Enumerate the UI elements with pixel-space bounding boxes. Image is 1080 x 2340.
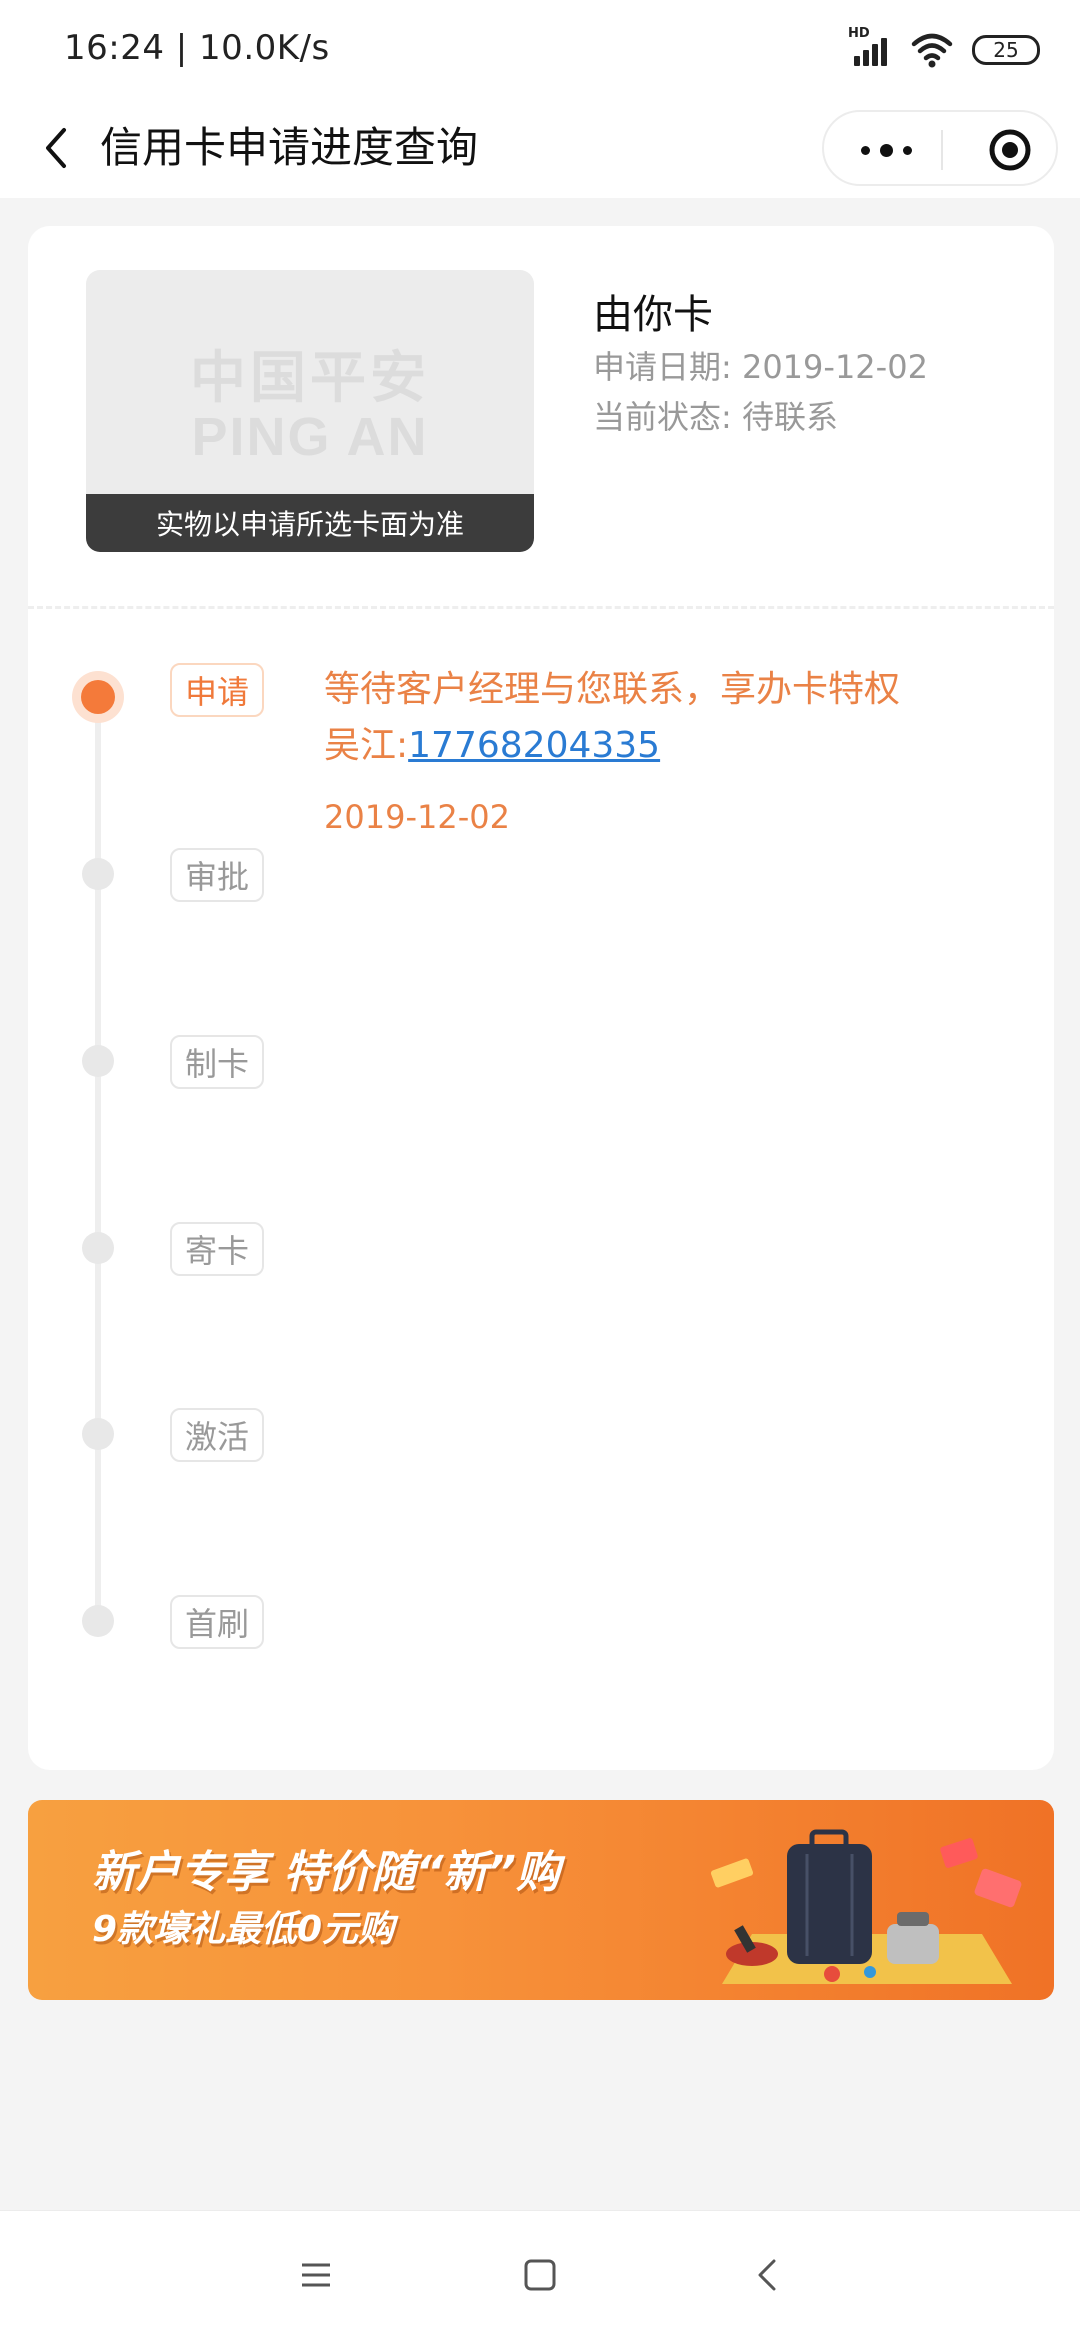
system-back-icon[interactable] (738, 2245, 798, 2305)
step-label-first-swipe: 首刷 (170, 1595, 264, 1649)
application-card: 中国平安 PING AN 实物以申请所选卡面为准 由你卡 申请日期: 2019-… (28, 226, 1054, 1770)
manager-phone-link[interactable]: 17768204335 (408, 725, 660, 766)
pingan-logo: 中国平安 PING AN (190, 346, 430, 467)
nav-bar: 信用卡申请进度查询 (0, 98, 1080, 198)
current-status: 当前状态: 待联系 (593, 398, 838, 436)
step-label-mail-card: 寄卡 (170, 1222, 264, 1276)
home-icon[interactable] (510, 2245, 570, 2305)
battery-level: 25 (993, 38, 1019, 62)
miniprogram-capsule (822, 110, 1058, 186)
hd-badge: HD (848, 26, 870, 41)
card-image-caption: 实物以申请所选卡面为准 (86, 494, 534, 552)
apply-date: 申请日期: 2019-12-02 (593, 348, 928, 386)
card-face-image: 中国平安 PING AN 实物以申请所选卡面为准 (86, 270, 534, 552)
current-step-message: 等待客户经理与您联系，享办卡特权 (324, 669, 901, 710)
system-navigation-bar (0, 2210, 1080, 2340)
card-name: 由你卡 (593, 292, 713, 338)
step-label-approve: 审批 (170, 848, 264, 902)
step-label-make-card: 制卡 (170, 1035, 264, 1089)
wifi-icon (911, 33, 953, 68)
timeline-dot-make-card (82, 1045, 114, 1077)
more-options-icon[interactable] (844, 122, 928, 178)
timeline-track (95, 696, 101, 1616)
dashed-divider (28, 606, 1054, 609)
status-icons: HD 25 (848, 26, 1040, 72)
timeline-dot-mail-card (82, 1232, 114, 1264)
current-step-date: 2019-12-02 (324, 798, 510, 836)
status-bar: 16:24 | 10.0K/s HD 25 (0, 0, 1080, 98)
battery-icon: 25 (972, 35, 1040, 65)
back-arrow-icon[interactable] (32, 118, 92, 178)
timeline-dot-approve (82, 858, 114, 890)
capsule-divider (941, 130, 943, 170)
banner-subline: 9款壕礼最低0元购 (92, 1909, 395, 1950)
timeline-dot-first-swipe (82, 1605, 114, 1637)
status-time: 16:24 | 10.0K/s (64, 28, 330, 68)
step-label-apply: 申请 (170, 663, 264, 717)
timeline-dot-apply (81, 680, 115, 714)
cellular-signal-icon: HD (848, 26, 894, 70)
gifts-illustration (710, 1829, 1022, 1984)
banner-headline: 新户专享 特价随“新”购 (92, 1847, 560, 1898)
promo-banner[interactable]: 新户专享 特价随“新”购 9款壕礼最低0元购 (28, 1800, 1054, 2000)
manager-name: 吴江: (324, 725, 409, 766)
menu-icon[interactable] (286, 2245, 346, 2305)
close-miniprogram-icon[interactable] (984, 124, 1036, 176)
timeline-dot-activate (82, 1418, 114, 1450)
page-title: 信用卡申请进度查询 (100, 123, 479, 172)
manager-contact: 吴江:17768204335 (324, 718, 660, 774)
step-label-activate: 激活 (170, 1408, 264, 1462)
